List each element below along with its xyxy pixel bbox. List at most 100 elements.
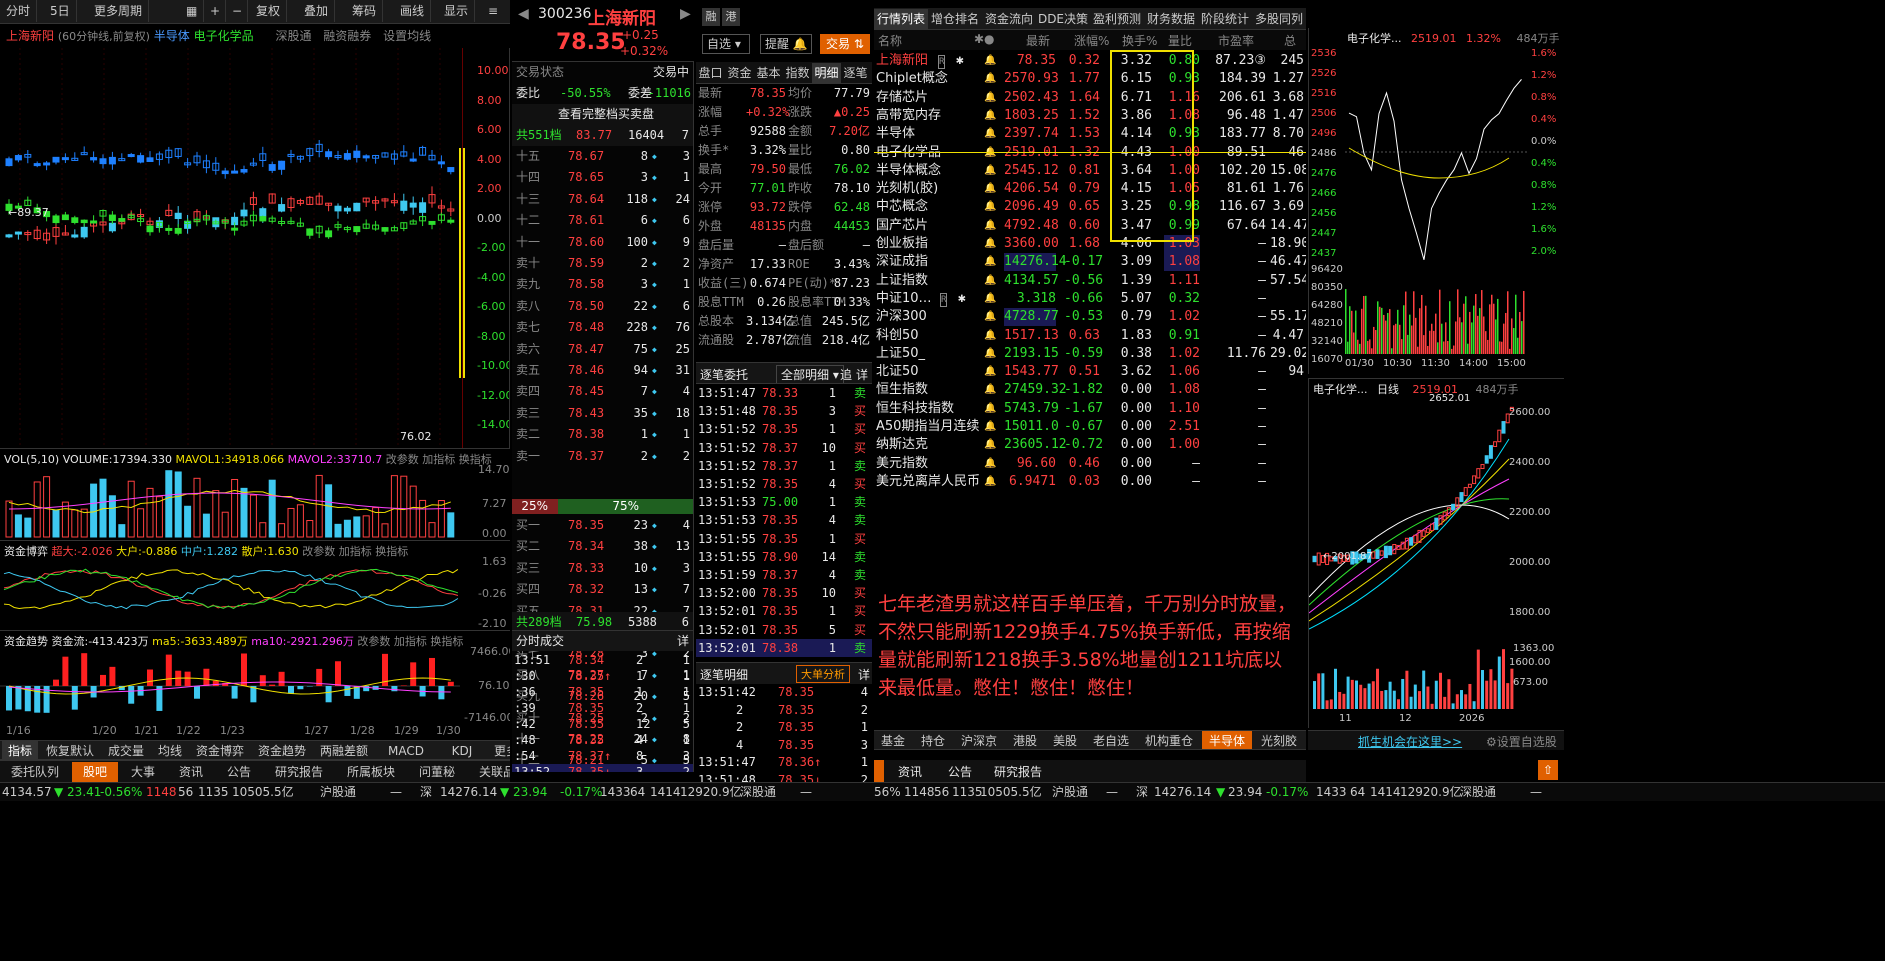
trade-button[interactable]: 交易 ⇅ — [820, 34, 870, 54]
indicator-tab[interactable]: 均线 — [152, 741, 188, 759]
link-ma-settings[interactable]: 设置均线 — [383, 29, 431, 43]
sector-tab[interactable]: 机构重仓 — [1138, 731, 1200, 749]
period-5day-button[interactable]: 5日 — [44, 0, 77, 22]
more-period-button[interactable]: 更多周期 — [88, 0, 150, 22]
quote-tab[interactable]: 指数 — [783, 63, 812, 83]
sector-tab[interactable]: 美股 — [1046, 731, 1084, 749]
indicator-tab[interactable]: KDJ — [438, 741, 486, 759]
draw-button[interactable]: 画线 — [394, 0, 432, 22]
layout-icon[interactable]: ▦ — [180, 0, 204, 22]
ad-link[interactable]: 抓生机会在这里>> — [1358, 733, 1462, 750]
candle — [231, 227, 239, 231]
prev-stock-icon[interactable]: ◀ — [518, 6, 529, 22]
view-full-depth[interactable]: 查看完整档买卖盘 — [512, 104, 693, 125]
news-tab-notice[interactable]: 公告 — [948, 763, 972, 780]
kline-high-label: ←89.37 — [8, 206, 49, 219]
indicator-tab[interactable]: 资金趋势 — [252, 741, 312, 759]
kline-x-axis: 1/16 1/20 1/21 1/22 1/23 1/27 1/28 1/29 … — [0, 724, 510, 740]
indicator-tab[interactable]: 指标 — [2, 741, 38, 759]
ticks-detail-button[interactable]: 详 — [677, 631, 689, 652]
zoom-in-icon[interactable]: + — [204, 0, 226, 22]
quote-tab[interactable]: 明细 — [812, 63, 841, 83]
market-tab[interactable]: DDE决策 — [1036, 9, 1090, 29]
sector-tab[interactable]: 持仓 — [914, 731, 952, 749]
bottom-tab[interactable]: 资讯 — [168, 762, 214, 782]
overlay-chemical[interactable]: 电子化学品 — [194, 29, 254, 43]
bottom-tab[interactable]: 所属板块 — [336, 762, 406, 782]
chips-button[interactable]: 筹码 — [346, 0, 384, 22]
quote-key: ROE — [788, 257, 810, 271]
news-tab-research[interactable]: 研究报告 — [994, 763, 1042, 780]
quote-tab[interactable]: 逐笔 — [841, 63, 870, 83]
mini-volume-bar — [1371, 348, 1373, 354]
link-sgt[interactable]: 深股通 — [275, 29, 311, 43]
trend-bar — [100, 674, 106, 686]
indicator-tab[interactable]: MACD — [376, 741, 436, 759]
indicator-tab[interactable]: 恢复默认 — [40, 741, 100, 759]
link-margin[interactable]: 融资融券 — [323, 29, 371, 43]
orders-filter[interactable]: 全部明细 ▾ — [776, 365, 844, 383]
mini-volume-bar — [1397, 309, 1399, 354]
market-tab[interactable]: 盈利预测 — [1090, 9, 1144, 29]
zoom-out-icon[interactable]: − — [226, 0, 248, 22]
sector-tab[interactable]: 港股 — [1006, 731, 1044, 749]
market-tab[interactable]: 多股同列 — [1252, 9, 1306, 29]
trend-bar — [203, 668, 210, 686]
bottom-tab[interactable]: 委托队列 — [0, 762, 70, 782]
bottom-tab[interactable]: 问董秘 — [408, 762, 466, 782]
x-label: 1/28 — [350, 724, 375, 737]
bottom-tab[interactable]: 股吧 — [72, 762, 118, 782]
hk-tag[interactable]: 港 — [722, 8, 740, 26]
bottom-tab[interactable]: 关联品种 — [468, 762, 510, 782]
next-stock-icon[interactable]: ▶ — [680, 6, 691, 22]
sector-tab[interactable]: 光刻胶 — [1254, 731, 1304, 749]
status-item: 1414 — [650, 785, 681, 799]
alert-button[interactable]: 提醒 🔔 — [760, 34, 812, 54]
sector-tab[interactable]: 沪深京 — [954, 731, 1004, 749]
indicator-tab[interactable]: 成交量 — [102, 741, 150, 759]
indicator-tab[interactable]: 两融差额 — [314, 741, 374, 759]
volume-bar — [33, 481, 41, 538]
orders-detail-button[interactable]: 详 — [856, 366, 868, 383]
news-tab-info[interactable]: 资讯 — [898, 763, 922, 780]
margin-tag[interactable]: 融 — [702, 8, 720, 26]
sector-tab[interactable]: 老自选 — [1086, 731, 1136, 749]
daily-chart[interactable]: 电子化学... 日线 2519.01 484万手 2652.01 ←2001.8… — [1308, 378, 1564, 728]
quote-tab[interactable]: 盘口 — [696, 63, 725, 83]
mini-volume-bar — [1443, 341, 1445, 354]
mini-chart[interactable]: 电子化学... 2519.01 1.32% 484万手 2536 2526 2516… — [1308, 28, 1564, 374]
deals-detail-button[interactable]: 详 — [858, 666, 870, 683]
bottom-tab[interactable]: 公告 — [216, 762, 262, 782]
watchlist-settings[interactable]: ⚙设置自选股 — [1486, 733, 1557, 750]
orders-follow-button[interactable]: 追 — [840, 366, 852, 383]
market-tab[interactable]: 增仓排名 — [928, 9, 982, 29]
period-time-button[interactable]: 分时 — [0, 0, 38, 22]
volume-bar — [127, 480, 135, 538]
overlay-button[interactable]: 叠加 — [298, 0, 336, 22]
quote-tab[interactable]: 基本 — [754, 63, 783, 83]
sector-tab[interactable]: 半导体 — [1202, 731, 1252, 749]
candle — [61, 214, 69, 221]
simple-button[interactable]: ≡ — [482, 0, 504, 22]
bottom-tab[interactable]: 大事 — [120, 762, 166, 782]
bottom-tab[interactable]: 研究报告 — [264, 762, 334, 782]
overlay-semiconductor[interactable]: 半导体 — [154, 29, 190, 43]
big-order-analysis-button[interactable]: 大单分析 — [796, 665, 850, 683]
display-button[interactable]: 显示 — [438, 0, 476, 22]
adjust-button[interactable]: 复权 — [250, 0, 288, 22]
quote-tab[interactable]: 资金 — [725, 63, 754, 83]
daily-volume-bar — [1329, 699, 1333, 709]
indicator-tab[interactable]: 资金博弈 — [190, 741, 250, 759]
sector-tab[interactable]: 基金 — [874, 731, 912, 749]
kline-chart[interactable]: 10.00 8.00 6.00 4.00 2.00 0.00 -2.00 -4.00 -6.00… — [0, 48, 510, 448]
volume-bar — [390, 475, 398, 538]
watchlist-button[interactable]: 自选 ▾ — [702, 34, 750, 54]
mini-volume-bar — [1411, 325, 1413, 354]
indicator-tab[interactable]: 更多 — [488, 741, 510, 759]
market-tab[interactable]: 财务数据 — [1144, 9, 1198, 29]
upload-icon[interactable]: ⇧ — [1538, 760, 1558, 780]
market-tab[interactable]: 资金流向 — [982, 9, 1036, 29]
market-tab[interactable]: 阶段统计 — [1198, 9, 1252, 29]
quote-val: 3.43% — [833, 257, 870, 271]
market-tab[interactable]: 行情列表 — [874, 9, 928, 29]
